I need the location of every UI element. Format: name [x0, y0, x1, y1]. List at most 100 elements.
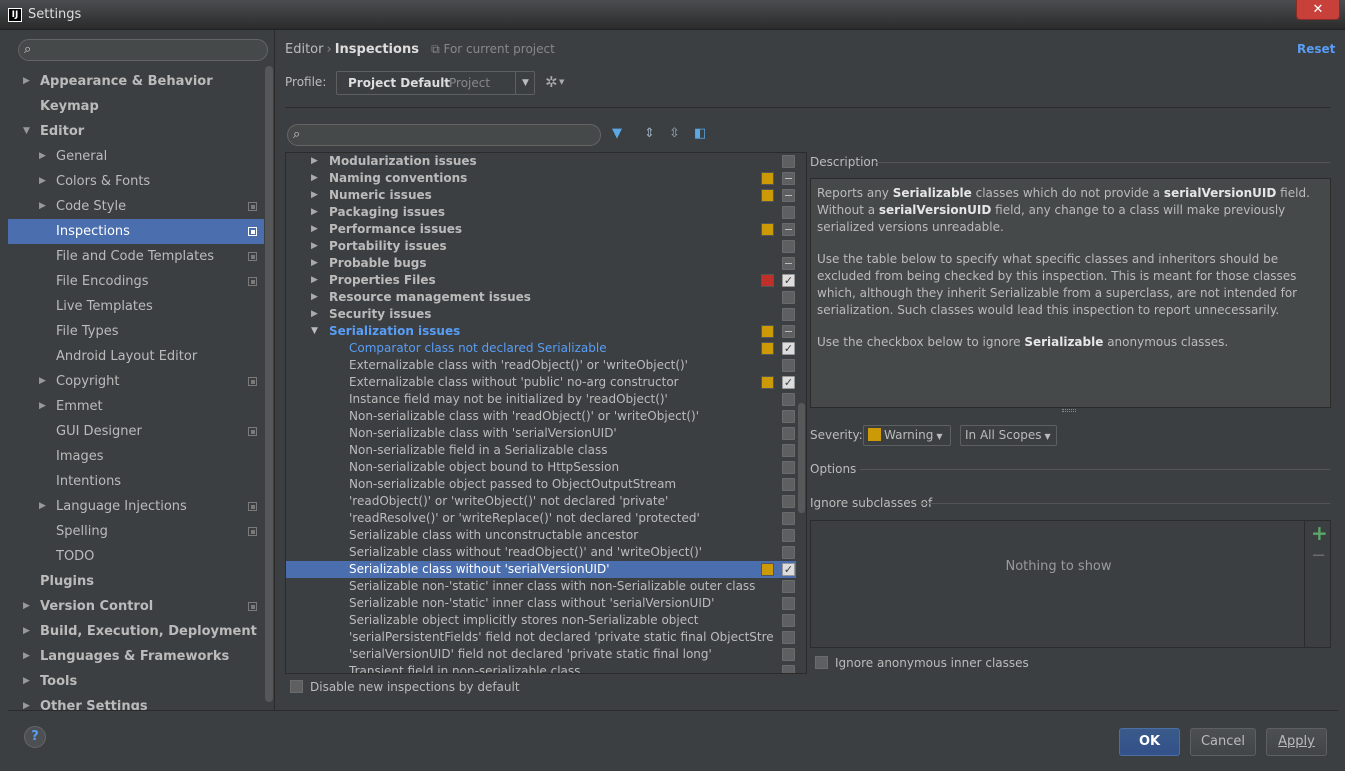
- inspection-row[interactable]: Non-serializable class with 'readObject(…: [286, 408, 796, 425]
- inspection-enabled-checkbox[interactable]: ✓: [782, 376, 795, 389]
- chevron-down-icon[interactable]: ▼: [515, 72, 535, 94]
- remove-icon[interactable]: −: [1311, 545, 1326, 566]
- chevron-right-icon[interactable]: ▶: [311, 272, 321, 289]
- inspection-enabled-checkbox[interactable]: [782, 291, 795, 304]
- collapse-all-icon[interactable]: ⇳: [669, 126, 680, 141]
- inspection-enabled-checkbox[interactable]: [782, 223, 795, 236]
- chevron-down-icon[interactable]: ▼: [23, 119, 33, 144]
- inspection-enabled-checkbox[interactable]: [782, 597, 795, 610]
- chevron-right-icon[interactable]: ▶: [311, 238, 321, 255]
- sidebar-item[interactable]: File Encodings: [8, 269, 264, 294]
- inspection-row[interactable]: Serializable class without 'readObject()…: [286, 544, 796, 561]
- profile-dropdown[interactable]: Project Default Project ▼: [336, 71, 535, 95]
- inspection-enabled-checkbox[interactable]: ✓: [782, 563, 795, 576]
- inspection-enabled-checkbox[interactable]: [782, 206, 795, 219]
- inspection-enabled-checkbox[interactable]: [782, 495, 795, 508]
- inspection-row[interactable]: Externalizable class without 'public' no…: [286, 374, 796, 391]
- inspection-enabled-checkbox[interactable]: [782, 155, 795, 168]
- sidebar-item[interactable]: Images: [8, 444, 264, 469]
- inspection-row[interactable]: ▶ Numeric issues: [286, 187, 796, 204]
- inspection-row[interactable]: ▶ Packaging issues: [286, 204, 796, 221]
- chevron-right-icon[interactable]: ▶: [39, 194, 49, 219]
- sidebar-item[interactable]: ▶ Appearance & Behavior: [8, 69, 264, 94]
- sidebar-item[interactable]: Keymap: [8, 94, 264, 119]
- sidebar-item[interactable]: Plugins: [8, 569, 264, 594]
- sidebar-item[interactable]: ▶ Other Settings: [8, 694, 264, 710]
- scope-dropdown[interactable]: In All Scopes ▼: [960, 425, 1057, 446]
- disable-new-checkbox[interactable]: [290, 680, 303, 693]
- sidebar-item[interactable]: TODO: [8, 544, 264, 569]
- inspection-row[interactable]: 'readObject()' or 'writeObject()' not de…: [286, 493, 796, 510]
- inspection-enabled-checkbox[interactable]: [782, 546, 795, 559]
- sidebar-item[interactable]: ▶ Emmet: [8, 394, 264, 419]
- inspection-row[interactable]: ▶ Resource management issues: [286, 289, 796, 306]
- help-button[interactable]: ?: [24, 726, 46, 748]
- chevron-right-icon[interactable]: ▶: [311, 204, 321, 221]
- severity-dropdown[interactable]: Warning ▼: [863, 425, 951, 446]
- reset-link[interactable]: Reset: [1297, 42, 1335, 56]
- inspection-enabled-checkbox[interactable]: [782, 172, 795, 185]
- inspection-enabled-checkbox[interactable]: [782, 359, 795, 372]
- inspection-row[interactable]: ▶ Modularization issues: [286, 153, 796, 170]
- chevron-right-icon[interactable]: ▶: [23, 69, 33, 94]
- inspection-row[interactable]: Serializable non-'static' inner class wi…: [286, 578, 796, 595]
- inspection-row[interactable]: Serializable class without 'serialVersio…: [286, 561, 796, 578]
- inspection-row[interactable]: Instance field may not be initialized by…: [286, 391, 796, 408]
- inspection-enabled-checkbox[interactable]: ✓: [782, 274, 795, 287]
- breadcrumb-parent[interactable]: Editor: [285, 42, 323, 57]
- expand-all-icon[interactable]: ⇕: [644, 126, 655, 141]
- inspection-enabled-checkbox[interactable]: [782, 512, 795, 525]
- inspection-row[interactable]: Transient field in non-serializable clas…: [286, 663, 796, 673]
- inspection-row[interactable]: ▶ Portability issues: [286, 238, 796, 255]
- inspection-enabled-checkbox[interactable]: [782, 631, 795, 644]
- inspection-search-input[interactable]: ⌕: [287, 124, 601, 146]
- chevron-right-icon[interactable]: ▶: [311, 187, 321, 204]
- cancel-button[interactable]: Cancel: [1190, 728, 1256, 756]
- inspection-enabled-checkbox[interactable]: [782, 614, 795, 627]
- sidebar-item[interactable]: ▶ Tools: [8, 669, 264, 694]
- chevron-right-icon[interactable]: ▶: [23, 594, 33, 619]
- chevron-right-icon[interactable]: ▶: [311, 170, 321, 187]
- chevron-right-icon[interactable]: ▶: [311, 255, 321, 272]
- inspection-enabled-checkbox[interactable]: [782, 427, 795, 440]
- sidebar-item[interactable]: ▶ Colors & Fonts: [8, 169, 264, 194]
- sidebar-item[interactable]: GUI Designer: [8, 419, 264, 444]
- inspection-enabled-checkbox[interactable]: [782, 580, 795, 593]
- sidebar-item[interactable]: Inspections: [8, 219, 264, 244]
- inspection-row[interactable]: ▶ Security issues: [286, 306, 796, 323]
- sidebar-item[interactable]: ▶ Version Control: [8, 594, 264, 619]
- inspection-row[interactable]: 'serialPersistentFields' field not decla…: [286, 629, 796, 646]
- sidebar-item[interactable]: Spelling: [8, 519, 264, 544]
- inspection-row[interactable]: ▶ Performance issues: [286, 221, 796, 238]
- inspection-row[interactable]: ▶ Probable bugs: [286, 255, 796, 272]
- sidebar-scrollbar[interactable]: [265, 66, 273, 702]
- splitter-handle[interactable]: [1062, 409, 1076, 412]
- sidebar-item[interactable]: File Types: [8, 319, 264, 344]
- inspection-row[interactable]: 'serialVersionUID' field not declared 'p…: [286, 646, 796, 663]
- inspection-row[interactable]: ▶ Properties Files ✓: [286, 272, 796, 289]
- chevron-right-icon[interactable]: ▶: [23, 644, 33, 669]
- sidebar-item[interactable]: Live Templates: [8, 294, 264, 319]
- panel-divider[interactable]: [274, 30, 275, 710]
- gear-icon[interactable]: ✲: [545, 73, 558, 91]
- filter-icon[interactable]: ▼: [612, 126, 622, 141]
- inspection-enabled-checkbox[interactable]: [782, 240, 795, 253]
- ok-button[interactable]: OK: [1119, 728, 1180, 756]
- inspection-row[interactable]: ▼ Serialization issues: [286, 323, 796, 340]
- sidebar-item[interactable]: File and Code Templates: [8, 244, 264, 269]
- sidebar-item[interactable]: ▶ Code Style: [8, 194, 264, 219]
- inspection-enabled-checkbox[interactable]: [782, 410, 795, 423]
- chevron-right-icon[interactable]: ▶: [39, 144, 49, 169]
- inspection-row[interactable]: 'readResolve()' or 'writeReplace()' not …: [286, 510, 796, 527]
- inspection-row[interactable]: ▶ Naming conventions: [286, 170, 796, 187]
- chevron-right-icon[interactable]: ▶: [39, 394, 49, 419]
- inspection-enabled-checkbox[interactable]: [782, 665, 795, 673]
- inspection-enabled-checkbox[interactable]: [782, 308, 795, 321]
- sidebar-item[interactable]: ▶ General: [8, 144, 264, 169]
- inspection-list-scrollbar[interactable]: [798, 403, 805, 513]
- chevron-down-icon[interactable]: ▼: [559, 78, 564, 86]
- sidebar-item[interactable]: ▶ Copyright: [8, 369, 264, 394]
- chevron-right-icon[interactable]: ▶: [39, 369, 49, 394]
- inspection-enabled-checkbox[interactable]: [782, 461, 795, 474]
- reset-to-default-icon[interactable]: ◧: [694, 126, 706, 141]
